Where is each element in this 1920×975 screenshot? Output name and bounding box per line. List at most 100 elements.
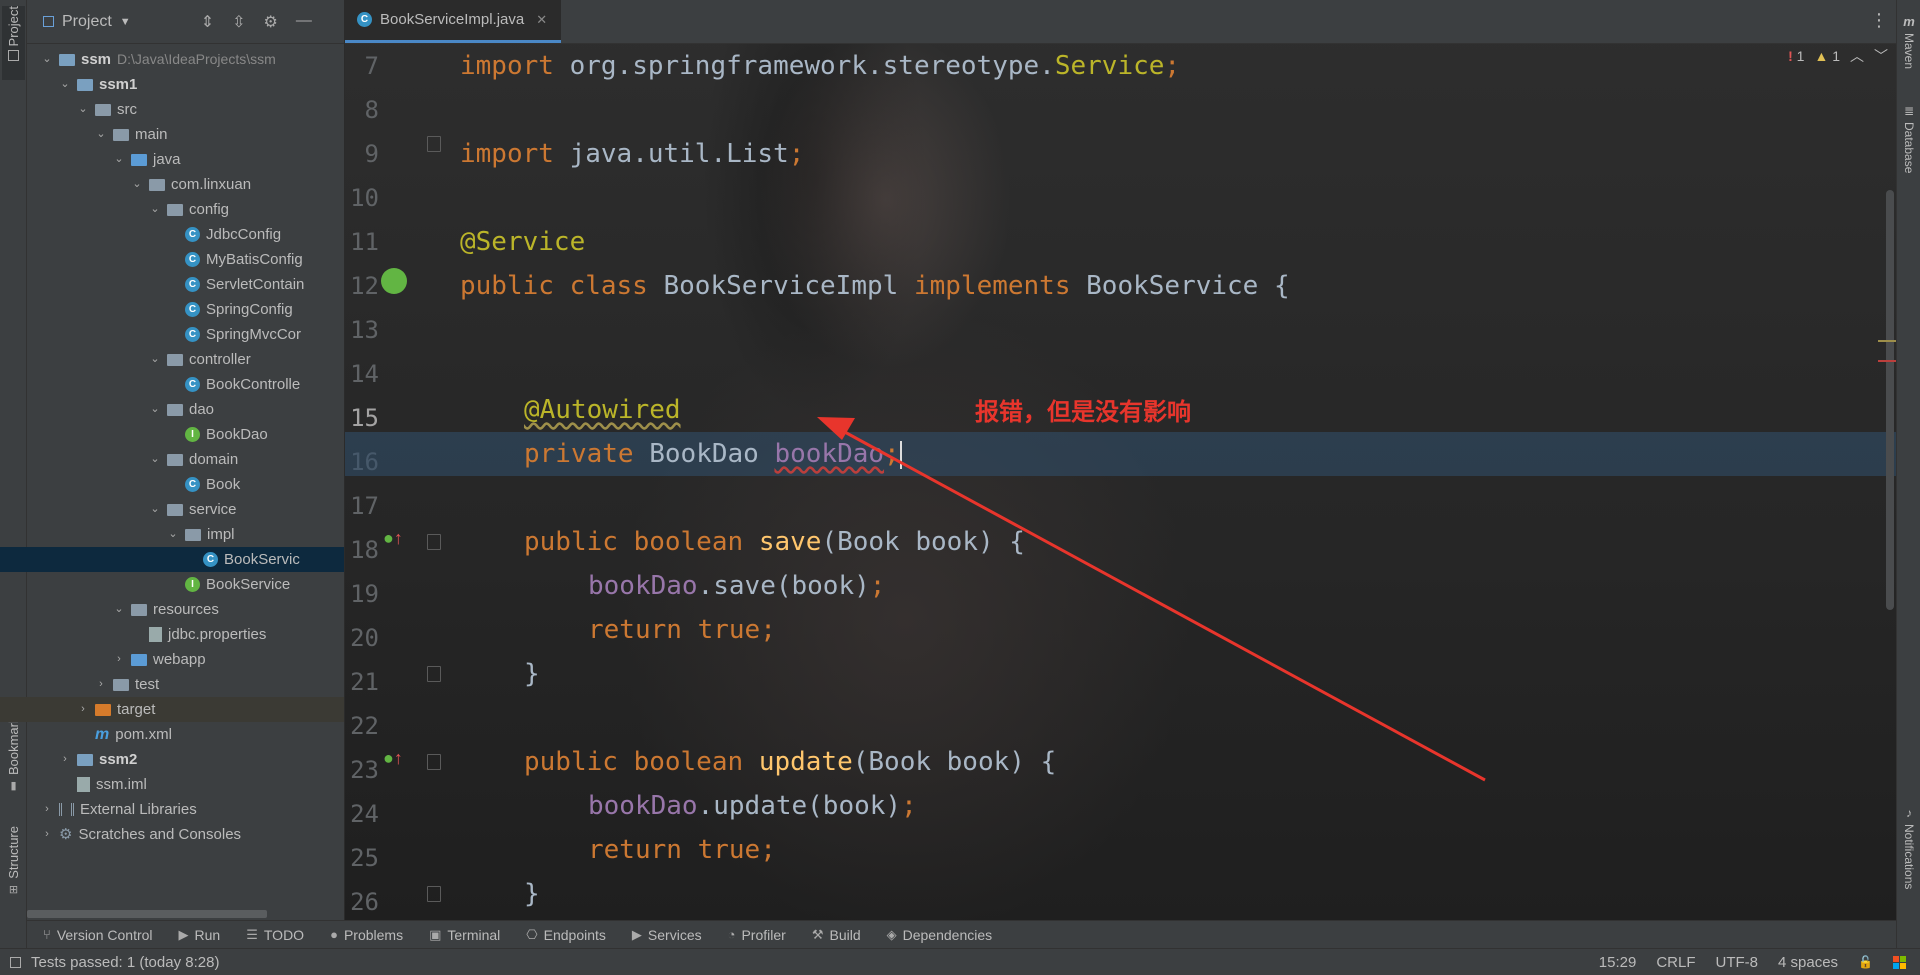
project-view-selector[interactable]: Project ▼ (43, 13, 131, 31)
code-area[interactable]: import org.springframework.stereotype.Se… (345, 44, 1896, 920)
tree-node[interactable]: ⌄ com.linxuan (27, 172, 344, 197)
tree-node[interactable]: I BookDao (27, 422, 344, 447)
tree-node[interactable]: ⌄ ssm1 (27, 72, 344, 97)
tree-node[interactable]: m pom.xml (27, 722, 344, 747)
tree-node[interactable]: ⌄ src (27, 97, 344, 122)
chevron-right-icon[interactable]: › (41, 797, 53, 822)
tree-node[interactable]: › ⚙ Scratches and Consoles (27, 822, 344, 847)
warning-stripe-mark[interactable] (1878, 340, 1896, 342)
fold-marker-icon[interactable] (427, 534, 441, 550)
tool-window-button[interactable]: ⚒ Build (812, 927, 861, 943)
tool-windows-icon[interactable] (10, 956, 21, 968)
tree-node[interactable]: › target (0, 697, 344, 722)
editor-vertical-scrollbar[interactable] (1886, 190, 1894, 610)
tree-node[interactable]: C SpringMvcCor (27, 322, 344, 347)
expand-all-icon[interactable]: ⇕ (201, 12, 214, 32)
hide-panel-icon[interactable]: — (296, 12, 312, 32)
chevron-down-icon[interactable]: ⌄ (149, 447, 161, 472)
tool-window-button[interactable]: ● Problems (330, 927, 403, 943)
status-message[interactable]: Tests passed: 1 (today 8:28) (31, 954, 219, 971)
chevron-right-icon[interactable]: › (41, 822, 53, 847)
chevron-right-icon[interactable]: › (113, 647, 125, 672)
tree-node[interactable]: ⌄ impl (27, 522, 344, 547)
tree-node[interactable]: ⌄ ssm D:\Java\IdeaProjects\ssm (27, 47, 344, 72)
line-separator[interactable]: CRLF (1656, 954, 1695, 971)
structure-tool-tab[interactable]: Structure ⊞ (2, 826, 25, 906)
tree-node[interactable]: ⌄ config (27, 197, 344, 222)
tree-node[interactable]: ⌄ service (27, 497, 344, 522)
chevron-right-icon[interactable]: › (59, 747, 71, 772)
tree-node[interactable]: ⌄ dao (27, 397, 344, 422)
java-class-icon: C (185, 277, 200, 292)
fold-marker-icon[interactable] (427, 136, 441, 152)
tree-node[interactable]: C ServletContain (27, 272, 344, 297)
tool-window-button[interactable]: ▶ Run (179, 927, 221, 943)
caret-position[interactable]: 15:29 (1599, 954, 1637, 971)
error-stripe-mark[interactable] (1878, 360, 1896, 362)
tool-window-button[interactable]: ▣ Terminal (429, 927, 500, 943)
gear-icon[interactable]: ⚙ (264, 12, 278, 32)
chevron-down-icon[interactable]: ⌄ (113, 147, 125, 172)
tree-node[interactable]: C JdbcConfig (27, 222, 344, 247)
tree-node[interactable]: C MyBatisConfig (27, 247, 344, 272)
fold-marker-icon[interactable] (427, 886, 441, 902)
tree-node[interactable]: C BookControlle (27, 372, 344, 397)
tree-node[interactable]: ⌄ resources (27, 597, 344, 622)
tool-window-button[interactable]: ▶ Services (632, 927, 702, 943)
tree-node[interactable]: ⌄ main (27, 122, 344, 147)
chevron-down-icon[interactable]: ⌄ (149, 347, 161, 372)
gutter-marker[interactable]: ●↑ (383, 748, 403, 769)
tool-window-button[interactable]: ☰ TODO (246, 927, 304, 943)
tree-node[interactable]: C SpringConfig (27, 297, 344, 322)
chevron-down-icon[interactable]: ⌄ (113, 597, 125, 622)
spring-bean-icon[interactable] (381, 268, 407, 294)
gutter-marker[interactable] (381, 268, 407, 298)
tree-node[interactable]: C Book (27, 472, 344, 497)
lock-icon[interactable]: 🔓 (1858, 955, 1873, 969)
chevron-right-icon[interactable]: › (95, 672, 107, 697)
tree-node[interactable]: › webapp (27, 647, 344, 672)
gutter-marker[interactable]: ●↑ (383, 528, 403, 549)
project-tree-horizontal-scrollbar[interactable] (27, 910, 267, 918)
chevron-down-icon[interactable]: ⌄ (59, 72, 71, 97)
chevron-down-icon[interactable]: ⌄ (95, 122, 107, 147)
fold-marker-icon[interactable] (427, 666, 441, 682)
database-tool-tab[interactable]: ≣ Database (1899, 104, 1919, 194)
chevron-down-icon[interactable]: ⌄ (167, 522, 179, 547)
project-tool-tab[interactable]: Project (2, 6, 25, 80)
maven-tool-tab[interactable]: m Maven (1899, 14, 1919, 84)
chevron-down-icon[interactable]: ⌄ (149, 197, 161, 222)
tree-node[interactable]: ⌄ domain (27, 447, 344, 472)
chevron-down-icon[interactable]: ⌄ (131, 172, 143, 197)
tree-node[interactable]: ⌄ controller (27, 347, 344, 372)
tree-node[interactable]: I BookService (27, 572, 344, 597)
implementing-method-icon[interactable]: ●↑ (383, 748, 403, 768)
endpoints-icon: ⎔ (526, 926, 538, 942)
tool-window-button[interactable]: ⎔ Endpoints (526, 927, 606, 943)
implementing-method-icon[interactable]: ●↑ (383, 528, 403, 548)
tree-node[interactable]: ssm.iml (27, 772, 344, 797)
tool-window-button[interactable]: ⑂ Version Control (43, 927, 153, 943)
tree-node[interactable]: › test (27, 672, 344, 697)
editor-tab-bookserviceimpl[interactable]: C BookServiceImpl.java ✕ (345, 0, 562, 43)
bookmarks-tool-tab[interactable]: Bookmarks ▮ (2, 710, 25, 810)
chevron-right-icon[interactable]: › (77, 697, 89, 722)
chevron-down-icon[interactable]: ⌄ (41, 47, 53, 72)
tool-window-button[interactable]: ◔ Profiler (728, 927, 786, 943)
tree-node[interactable]: C BookServic (0, 547, 344, 572)
notifications-tool-tab[interactable]: ♪ Notifications (1899, 806, 1919, 910)
tree-node[interactable]: ⌄ java (27, 147, 344, 172)
fold-marker-icon[interactable] (427, 754, 441, 770)
indent-setting[interactable]: 4 spaces (1778, 954, 1838, 971)
tree-node[interactable]: › External Libraries (27, 797, 344, 822)
tool-window-button[interactable]: ◈ Dependencies (887, 927, 993, 943)
chevron-down-icon[interactable]: ⌄ (77, 97, 89, 122)
file-encoding[interactable]: UTF-8 (1716, 954, 1759, 971)
tree-node[interactable]: › ssm2 (27, 747, 344, 772)
more-options-icon[interactable]: ⋮ (1870, 10, 1888, 31)
chevron-down-icon[interactable]: ⌄ (149, 497, 161, 522)
collapse-all-icon[interactable]: ⇳ (232, 12, 245, 32)
chevron-down-icon[interactable]: ⌄ (149, 397, 161, 422)
close-icon[interactable]: ✕ (536, 12, 547, 28)
tree-node[interactable]: jdbc.properties (27, 622, 344, 647)
